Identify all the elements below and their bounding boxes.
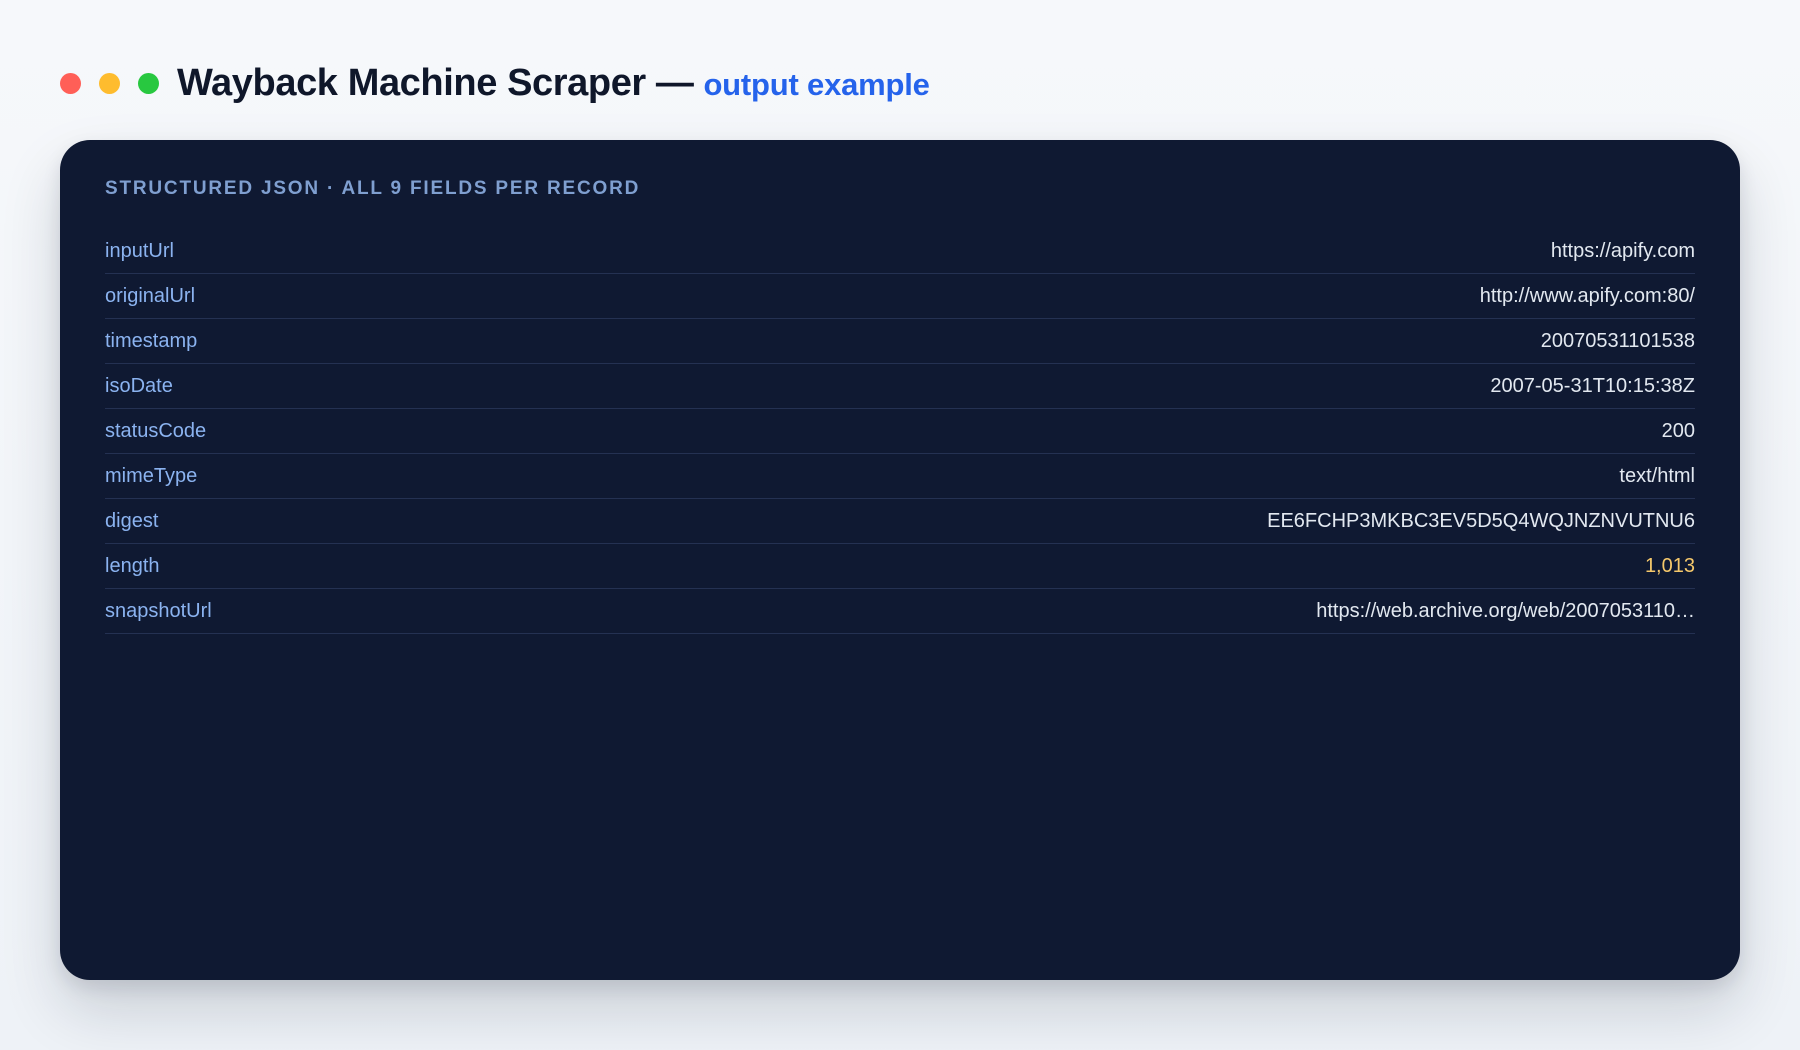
page-title-text: Wayback Machine Scraper — [177, 61, 646, 104]
card-heading: STRUCTURED JSON · ALL 9 FIELDS PER RECOR… — [105, 178, 641, 199]
field-row-isoDate: isoDate 2007-05-31T10:15:38Z — [105, 364, 1695, 409]
title-separator: — — [655, 61, 694, 104]
field-value: text/html — [1619, 464, 1695, 487]
field-value: https://apify.com — [1550, 239, 1695, 262]
field-row-statusCode: statusCode 200 — [105, 409, 1695, 454]
field-key: snapshotUrl — [105, 599, 212, 622]
field-value-number: 1,013 — [1644, 554, 1695, 577]
field-key: inputUrl — [105, 239, 174, 262]
field-row-timestamp: timestamp 20070531101538 — [105, 319, 1695, 364]
field-key: mimeType — [105, 464, 198, 487]
field-row-digest: digest EE6FCHP3MKBC3EV5D5Q4WQJNZNVUTNU6 — [105, 499, 1695, 544]
field-key: timestamp — [105, 329, 198, 352]
field-row-inputUrl: inputUrl https://apify.com — [105, 229, 1695, 274]
field-list: inputUrl https://apify.com originalUrl h… — [105, 229, 1695, 634]
field-row-originalUrl: originalUrl http://www.apify.com:80/ — [105, 274, 1695, 319]
field-value: EE6FCHP3MKBC3EV5D5Q4WQJNZNVUTNU6 — [1267, 509, 1695, 532]
page-title: Wayback Machine Scraper — output example — [177, 62, 930, 105]
field-value: http://www.apify.com:80/ — [1479, 284, 1695, 307]
maximize-dot-icon[interactable] — [138, 72, 159, 94]
field-value: 200 — [1661, 419, 1695, 442]
field-row-mimeType: mimeType text/html — [105, 454, 1695, 499]
field-value: https://web.archive.org/web/2007053110… — [1316, 599, 1695, 622]
field-key: originalUrl — [105, 284, 196, 307]
field-key: isoDate — [105, 374, 173, 397]
field-key: digest — [105, 509, 159, 532]
field-value: 20070531101538 — [1540, 329, 1695, 352]
field-key: statusCode — [105, 419, 207, 442]
minimize-dot-icon[interactable] — [99, 72, 120, 94]
field-row-snapshotUrl: snapshotUrl https://web.archive.org/web/… — [105, 589, 1695, 634]
close-dot-icon[interactable] — [60, 72, 81, 94]
field-value: 2007-05-31T10:15:38Z — [1490, 374, 1695, 397]
window-header: Wayback Machine Scraper — output example — [60, 58, 930, 108]
field-key: length — [105, 554, 160, 577]
field-row-length: length 1,013 — [105, 544, 1695, 589]
output-card: STRUCTURED JSON · ALL 9 FIELDS PER RECOR… — [60, 140, 1740, 980]
page-subtitle: output example — [703, 66, 930, 102]
